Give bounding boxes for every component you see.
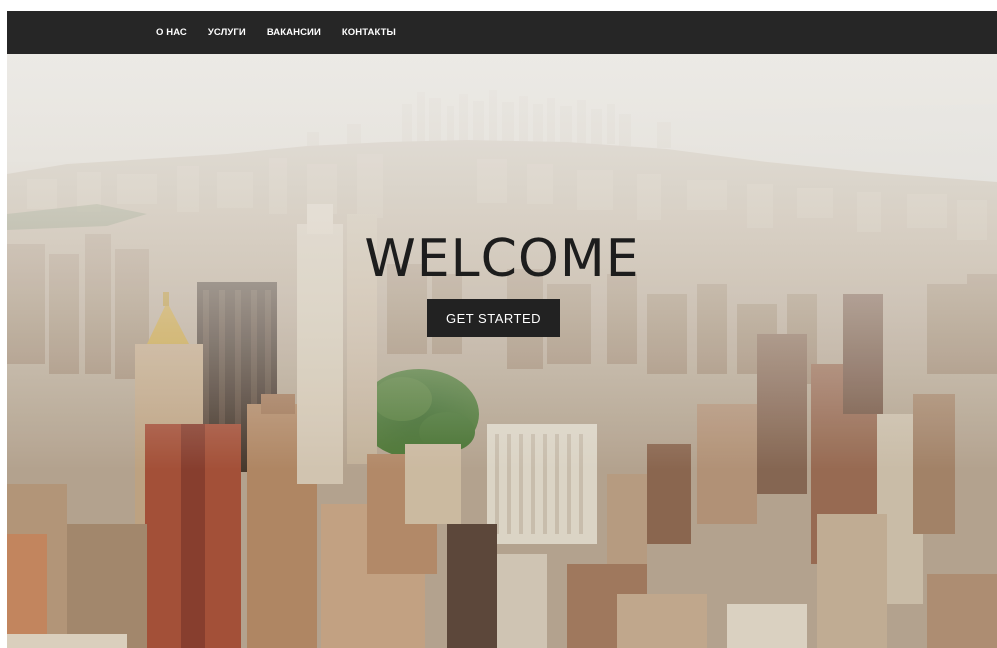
hero-title: WELCOME: [364, 228, 640, 289]
nav-item-services: УСЛУГИ: [208, 27, 267, 38]
nav-item-contacts: КОНТАКТЫ: [342, 27, 417, 38]
nav-item-vacancies: ВАКАНСИИ: [267, 27, 342, 38]
get-started-button[interactable]: GET STARTED: [427, 299, 560, 337]
nav-link-about[interactable]: О НАС: [156, 27, 187, 38]
hero-background-image: [7, 54, 997, 648]
nav-link-contacts[interactable]: КОНТАКТЫ: [342, 27, 396, 38]
nav-menu: О НАС УСЛУГИ ВАКАНСИИ КОНТАКТЫ: [156, 11, 417, 54]
hero-section: WELCOME GET STARTED: [7, 54, 997, 648]
nav-link-services[interactable]: УСЛУГИ: [208, 27, 246, 38]
nav-item-about: О НАС: [156, 27, 208, 38]
nav-link-vacancies[interactable]: ВАКАНСИИ: [267, 27, 321, 38]
top-navbar: О НАС УСЛУГИ ВАКАНСИИ КОНТАКТЫ: [7, 11, 997, 54]
page-frame: О НАС УСЛУГИ ВАКАНСИИ КОНТАКТЫ WELCOME G…: [7, 11, 997, 648]
